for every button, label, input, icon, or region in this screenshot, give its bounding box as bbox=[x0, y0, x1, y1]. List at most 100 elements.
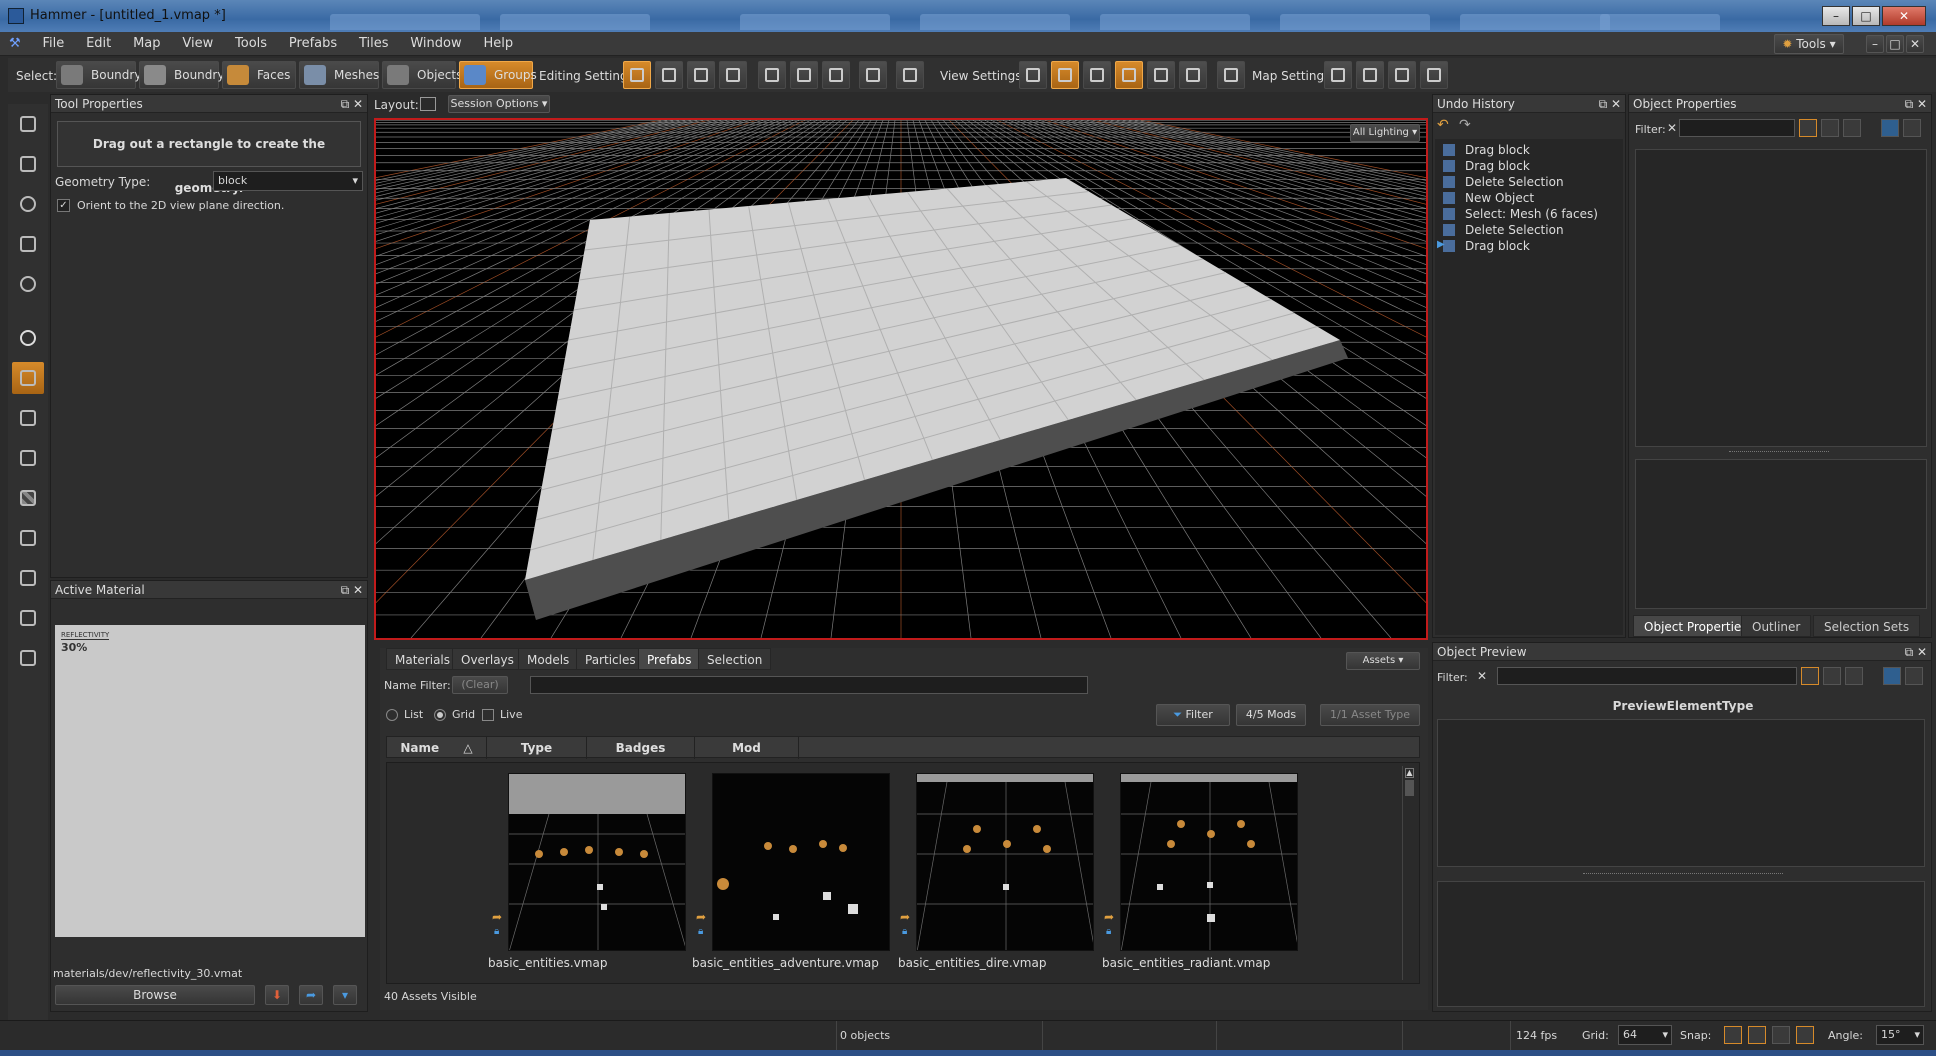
menu-tools[interactable]: Tools bbox=[226, 32, 276, 55]
splitter-handle[interactable] bbox=[1583, 873, 1783, 877]
list-view-icon[interactable] bbox=[1799, 119, 1817, 137]
clear-filter-button[interactable]: (Clear) bbox=[452, 676, 508, 694]
monitor-view-icon[interactable] bbox=[1217, 61, 1245, 89]
column-type[interactable]: Type bbox=[487, 737, 587, 759]
name-filter-input[interactable] bbox=[530, 676, 1088, 694]
rotate-tool-icon[interactable] bbox=[12, 188, 44, 220]
user-filter-icon[interactable] bbox=[1883, 667, 1901, 685]
layout-grid-icon[interactable] bbox=[420, 97, 436, 111]
angle-select[interactable]: 15° ▾ bbox=[1876, 1025, 1924, 1045]
assets-dropdown[interactable]: Assets ▾ bbox=[1346, 652, 1420, 670]
scale-tool-icon[interactable] bbox=[12, 228, 44, 260]
panel-float-close-icon[interactable]: ⧉ ✕ bbox=[1905, 645, 1927, 660]
map-build-icon[interactable] bbox=[1420, 61, 1448, 89]
tile-grid-icon[interactable] bbox=[1179, 61, 1207, 89]
asset-type-button[interactable]: 1/1 Asset Type bbox=[1320, 704, 1420, 726]
options-icon[interactable] bbox=[1903, 119, 1921, 137]
map-lighting-icon[interactable] bbox=[1324, 61, 1352, 89]
lighting-dropdown[interactable]: All Lighting ▾ bbox=[1350, 124, 1420, 142]
share-material-icon[interactable]: ➦ bbox=[299, 985, 323, 1005]
doc-close-button[interactable]: ✕ bbox=[1906, 35, 1924, 53]
tab-prefabs[interactable]: Prefabs bbox=[638, 648, 701, 670]
geometry-type-select[interactable]: block ▾ bbox=[213, 171, 363, 191]
menu-help[interactable]: Help bbox=[474, 32, 522, 55]
splitter-handle[interactable] bbox=[1729, 451, 1829, 455]
snap-to-grid-icon[interactable] bbox=[623, 61, 651, 89]
asset-thumbnail[interactable] bbox=[712, 773, 890, 951]
redo-icon[interactable]: ↷ bbox=[1459, 117, 1479, 135]
undo-item[interactable]: Select: Mesh (6 faces) bbox=[1443, 207, 1598, 223]
live-checkbox[interactable] bbox=[482, 709, 494, 721]
select-boundry-button-2[interactable]: Boundry bbox=[139, 61, 224, 89]
map-nav-icon[interactable] bbox=[1356, 61, 1384, 89]
snap-edge-icon[interactable] bbox=[1772, 1026, 1790, 1044]
tab-object-properties[interactable]: Object Properties bbox=[1633, 615, 1759, 637]
move-tool-icon[interactable] bbox=[12, 148, 44, 180]
snap-vertex-icon[interactable] bbox=[1748, 1026, 1766, 1044]
browse-button[interactable]: Browse bbox=[55, 985, 255, 1005]
show-paths-icon[interactable] bbox=[1147, 61, 1175, 89]
orient-checkbox[interactable]: ✓ bbox=[57, 199, 70, 212]
3d-viewport[interactable]: All Lighting ▾ bbox=[374, 118, 1428, 640]
vertex-tool-icon[interactable] bbox=[12, 442, 44, 474]
list-view-icon[interactable] bbox=[1801, 667, 1819, 685]
details-view-icon[interactable] bbox=[1843, 119, 1861, 137]
apply-material-icon[interactable]: ⬇ bbox=[265, 985, 289, 1005]
hammer-menu-icon[interactable]: ⚒ bbox=[0, 32, 30, 55]
details-view-icon[interactable] bbox=[1845, 667, 1863, 685]
list-view-radio[interactable] bbox=[386, 709, 398, 721]
panel-float-close-icon[interactable]: ⧉ ✕ bbox=[1599, 97, 1621, 112]
panel-float-close-icon[interactable]: ⧉ ✕ bbox=[341, 97, 363, 112]
snap-grid-icon[interactable] bbox=[1724, 1026, 1742, 1044]
asset-thumbnail[interactable] bbox=[916, 773, 1094, 951]
paint-tool-icon[interactable] bbox=[12, 522, 44, 554]
select-faces-button[interactable]: Faces bbox=[222, 61, 296, 89]
undo-item-current[interactable]: ▶ Drag block bbox=[1437, 239, 1530, 255]
undo-item[interactable]: Drag block bbox=[1443, 143, 1530, 159]
fit-texture-icon[interactable] bbox=[719, 61, 747, 89]
minimize-window-button[interactable]: – bbox=[1822, 6, 1850, 26]
select-tool-icon[interactable] bbox=[12, 108, 44, 140]
maximize-window-button[interactable]: □ bbox=[1852, 6, 1880, 26]
undo-item[interactable]: New Object bbox=[1443, 191, 1534, 207]
session-options-dropdown[interactable]: Session Options ▾ bbox=[448, 95, 550, 113]
menu-prefabs[interactable]: Prefabs bbox=[280, 32, 346, 55]
clear-filter-icon[interactable]: ✕ bbox=[1477, 669, 1487, 683]
tab-outliner[interactable]: Outliner bbox=[1741, 615, 1812, 637]
material-menu-icon[interactable]: ▾ bbox=[333, 985, 357, 1005]
tree-view-icon[interactable] bbox=[1821, 119, 1839, 137]
undo-item[interactable]: Drag block bbox=[1443, 159, 1530, 175]
tab-materials[interactable]: Materials bbox=[386, 648, 460, 670]
show-models-icon[interactable] bbox=[1083, 61, 1111, 89]
show-grid-icon[interactable] bbox=[1115, 61, 1143, 89]
light-preview-icon[interactable] bbox=[1019, 61, 1047, 89]
undo-item[interactable]: Delete Selection bbox=[1443, 175, 1564, 191]
select-objects-button[interactable]: Objects bbox=[382, 61, 462, 89]
snap-angle-icon[interactable] bbox=[1796, 1026, 1814, 1044]
options-icon[interactable] bbox=[1905, 667, 1923, 685]
column-mod[interactable]: Mod bbox=[695, 737, 799, 759]
texture-tool-icon[interactable] bbox=[12, 482, 44, 514]
select-meshes-button[interactable]: Meshes bbox=[299, 61, 379, 89]
grid-view-radio[interactable] bbox=[434, 709, 446, 721]
doc-restore-button[interactable]: □ bbox=[1886, 35, 1904, 53]
object-filter-input[interactable] bbox=[1679, 119, 1795, 137]
light-tool-icon[interactable] bbox=[12, 322, 44, 354]
tab-selection[interactable]: Selection bbox=[698, 648, 772, 670]
asset-thumbnail[interactable] bbox=[508, 773, 686, 951]
group-ignore-icon[interactable] bbox=[758, 61, 786, 89]
menu-tiles[interactable]: Tiles bbox=[350, 32, 398, 55]
pivot-tool-icon[interactable] bbox=[12, 268, 44, 300]
asset-grid-scrollbar[interactable]: ▲ bbox=[1402, 766, 1416, 980]
unlink-objects-icon[interactable] bbox=[822, 61, 850, 89]
user-filter-icon[interactable] bbox=[1881, 119, 1899, 137]
select-boundry-button-1[interactable]: Boundry bbox=[56, 61, 141, 89]
mods-button[interactable]: 4/5 Mods bbox=[1236, 704, 1306, 726]
menu-edit[interactable]: Edit bbox=[77, 32, 120, 55]
tab-selection-sets[interactable]: Selection Sets bbox=[1813, 615, 1921, 637]
doc-minimize-button[interactable]: – bbox=[1866, 35, 1884, 53]
show-helpers-icon[interactable] bbox=[1051, 61, 1079, 89]
column-badges[interactable]: Badges bbox=[587, 737, 695, 759]
block-tool-icon[interactable] bbox=[12, 362, 44, 394]
tree-view-icon[interactable] bbox=[1823, 667, 1841, 685]
